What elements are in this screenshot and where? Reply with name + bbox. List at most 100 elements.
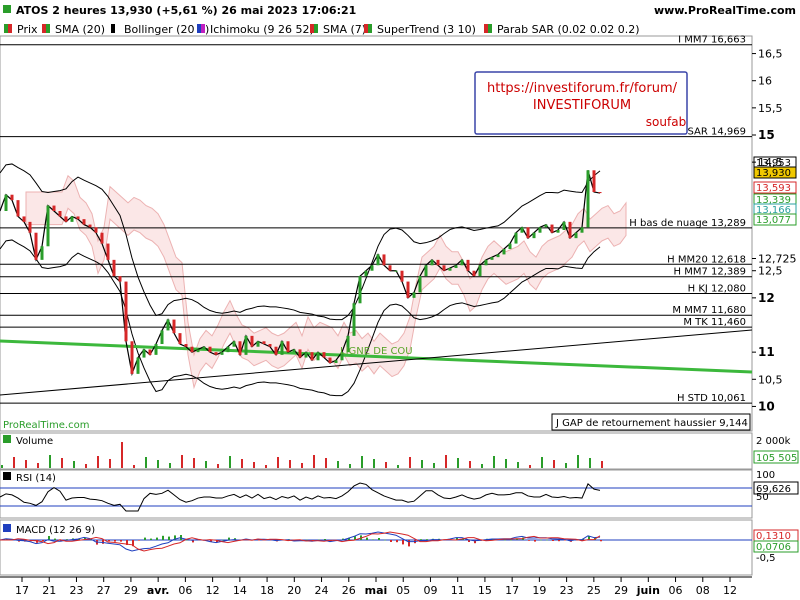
price-candle bbox=[88, 224, 92, 228]
price-candle bbox=[280, 341, 284, 355]
macd-hist-bar bbox=[168, 536, 170, 540]
volume-bar bbox=[169, 463, 171, 468]
price-candle bbox=[334, 360, 338, 363]
macd-signal-value: 0,0706 bbox=[756, 542, 791, 553]
price-candle bbox=[250, 335, 254, 347]
volume-bar bbox=[181, 455, 183, 468]
annotation-box: https://investiforum.fr/forum/ INVESTIFO… bbox=[474, 71, 688, 135]
instrument-icon bbox=[3, 5, 11, 13]
price-candle bbox=[106, 243, 110, 260]
x-tick-label: 09 bbox=[423, 584, 437, 597]
price-candle bbox=[436, 259, 440, 266]
legend-label: Bollinger (20 2) bbox=[124, 23, 209, 36]
y-tick-label: 15,5 bbox=[758, 102, 783, 115]
x-tick-label: 14 bbox=[233, 584, 247, 597]
volume-bar bbox=[337, 461, 339, 468]
price-candle bbox=[22, 216, 26, 222]
volume-bar bbox=[61, 458, 63, 468]
volume-bar bbox=[37, 463, 39, 468]
price-candle bbox=[400, 270, 404, 282]
legend-label: SMA (7) bbox=[323, 23, 366, 36]
volume-bar bbox=[601, 461, 603, 468]
volume-value: 105 505 bbox=[756, 453, 797, 464]
price-candle bbox=[322, 352, 326, 358]
y-tick-label: 12,5 bbox=[758, 265, 783, 278]
volume-bar bbox=[85, 464, 87, 468]
price-candle bbox=[466, 259, 470, 271]
macd-hist-bar bbox=[102, 540, 104, 544]
volume-bar bbox=[253, 462, 255, 468]
price-candle bbox=[148, 349, 152, 355]
x-tick-label: 21 bbox=[42, 584, 56, 597]
volume-bar bbox=[193, 458, 195, 468]
price-candle bbox=[490, 257, 494, 260]
volume-bar bbox=[481, 464, 483, 468]
price-candle bbox=[76, 216, 80, 220]
macd-hist-bar bbox=[558, 540, 560, 542]
price-candle bbox=[388, 265, 392, 271]
price-candle bbox=[286, 341, 290, 353]
price-candle bbox=[16, 200, 20, 217]
x-tick-label: 17 bbox=[505, 584, 519, 597]
macd-hist-bar bbox=[258, 540, 260, 541]
x-tick-label: juin bbox=[636, 584, 660, 597]
x-tick-label: 15 bbox=[478, 584, 492, 597]
price-candle bbox=[52, 205, 56, 211]
x-tick-label: 11 bbox=[451, 584, 465, 597]
x-tick-label: 25 bbox=[587, 584, 601, 597]
legend-swatch bbox=[310, 24, 314, 33]
volume-bar bbox=[373, 459, 375, 468]
price-candle bbox=[28, 221, 32, 233]
y-tick-label: 16 bbox=[758, 75, 772, 88]
level-label: H MM20 12,618 bbox=[667, 254, 746, 265]
volume-bar bbox=[49, 455, 51, 468]
x-tick-label: 06 bbox=[178, 584, 192, 597]
legend-label: SuperTrend (3 10) bbox=[377, 23, 476, 36]
price-candle bbox=[154, 344, 158, 355]
price-candle bbox=[562, 221, 566, 230]
price-candle bbox=[460, 259, 464, 266]
price-candle bbox=[538, 227, 542, 233]
annotation-title: INVESTIFORUM bbox=[533, 98, 631, 113]
legend-swatch bbox=[197, 24, 201, 33]
volume-bar bbox=[433, 463, 435, 468]
price-candle bbox=[46, 205, 50, 247]
price-tag: 13,930 bbox=[756, 168, 791, 179]
price-candle bbox=[502, 249, 506, 255]
macd-hist-bar bbox=[222, 539, 224, 541]
price-candle bbox=[202, 346, 206, 350]
price-candle bbox=[394, 270, 398, 272]
price-candle bbox=[514, 232, 518, 244]
site-label: www.ProRealTime.com bbox=[654, 4, 796, 17]
price-candle bbox=[544, 224, 548, 228]
rsi-tick-50: 50 bbox=[756, 492, 769, 503]
y-tick-label: 10,5 bbox=[758, 373, 783, 386]
price-candle bbox=[256, 341, 260, 347]
macd-frame bbox=[0, 519, 753, 576]
volume-bar bbox=[589, 458, 591, 468]
legend-swatch bbox=[4, 24, 8, 33]
x-tick-label: 08 bbox=[696, 584, 710, 597]
legend-swatch bbox=[484, 24, 488, 33]
x-tick-label: 05 bbox=[396, 584, 410, 597]
volume-bar bbox=[517, 462, 519, 468]
volume-bar bbox=[13, 457, 15, 468]
price-candle bbox=[70, 216, 74, 222]
level-label: M MM7 11,680 bbox=[672, 305, 746, 316]
level-label: H KJ 12,080 bbox=[688, 284, 746, 295]
volume-bar bbox=[361, 456, 363, 468]
y-tick-label: 15 bbox=[758, 128, 775, 142]
price-candle bbox=[262, 341, 266, 344]
volume-tick: 2 000k bbox=[756, 436, 791, 447]
price-candle bbox=[526, 227, 530, 239]
price-candle bbox=[364, 270, 368, 277]
macd-hist-bar bbox=[150, 538, 152, 540]
price-candle bbox=[142, 349, 146, 358]
x-tick-label: 18 bbox=[260, 584, 274, 597]
price-candle bbox=[208, 346, 212, 353]
legend-label: SMA (20) bbox=[55, 23, 105, 36]
legend-label: Prix bbox=[17, 23, 38, 36]
macd-panel: MACD (12 26 9) 0,1310 0,0706 -0,5 bbox=[0, 519, 799, 576]
price-candle bbox=[508, 243, 512, 249]
macd-hist-bar bbox=[504, 539, 506, 541]
